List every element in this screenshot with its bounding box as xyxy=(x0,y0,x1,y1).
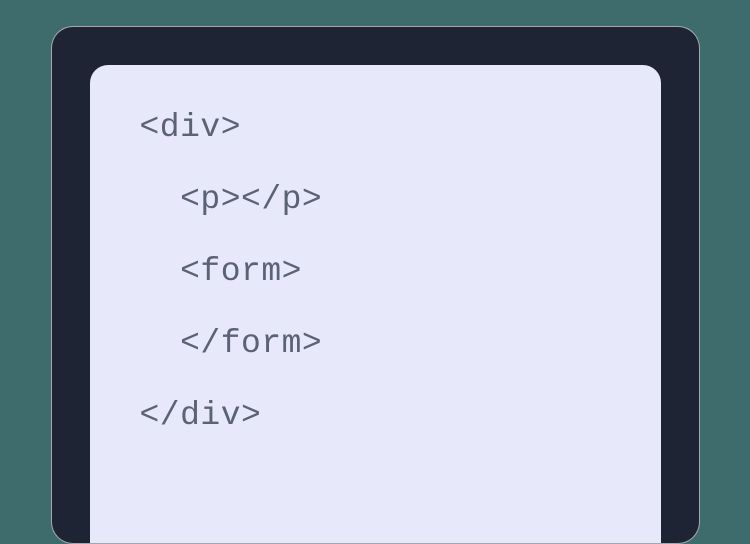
code-line: </form> xyxy=(140,327,611,360)
code-panel: <div> <p></p> <form> </form> </div> xyxy=(90,65,661,543)
code-line: <div> xyxy=(140,111,611,144)
code-line: <form> xyxy=(140,255,611,288)
code-line: </div> xyxy=(140,399,611,432)
code-frame: <div> <p></p> <form> </form> </div> xyxy=(51,26,700,544)
code-line: <p></p> xyxy=(140,183,611,216)
